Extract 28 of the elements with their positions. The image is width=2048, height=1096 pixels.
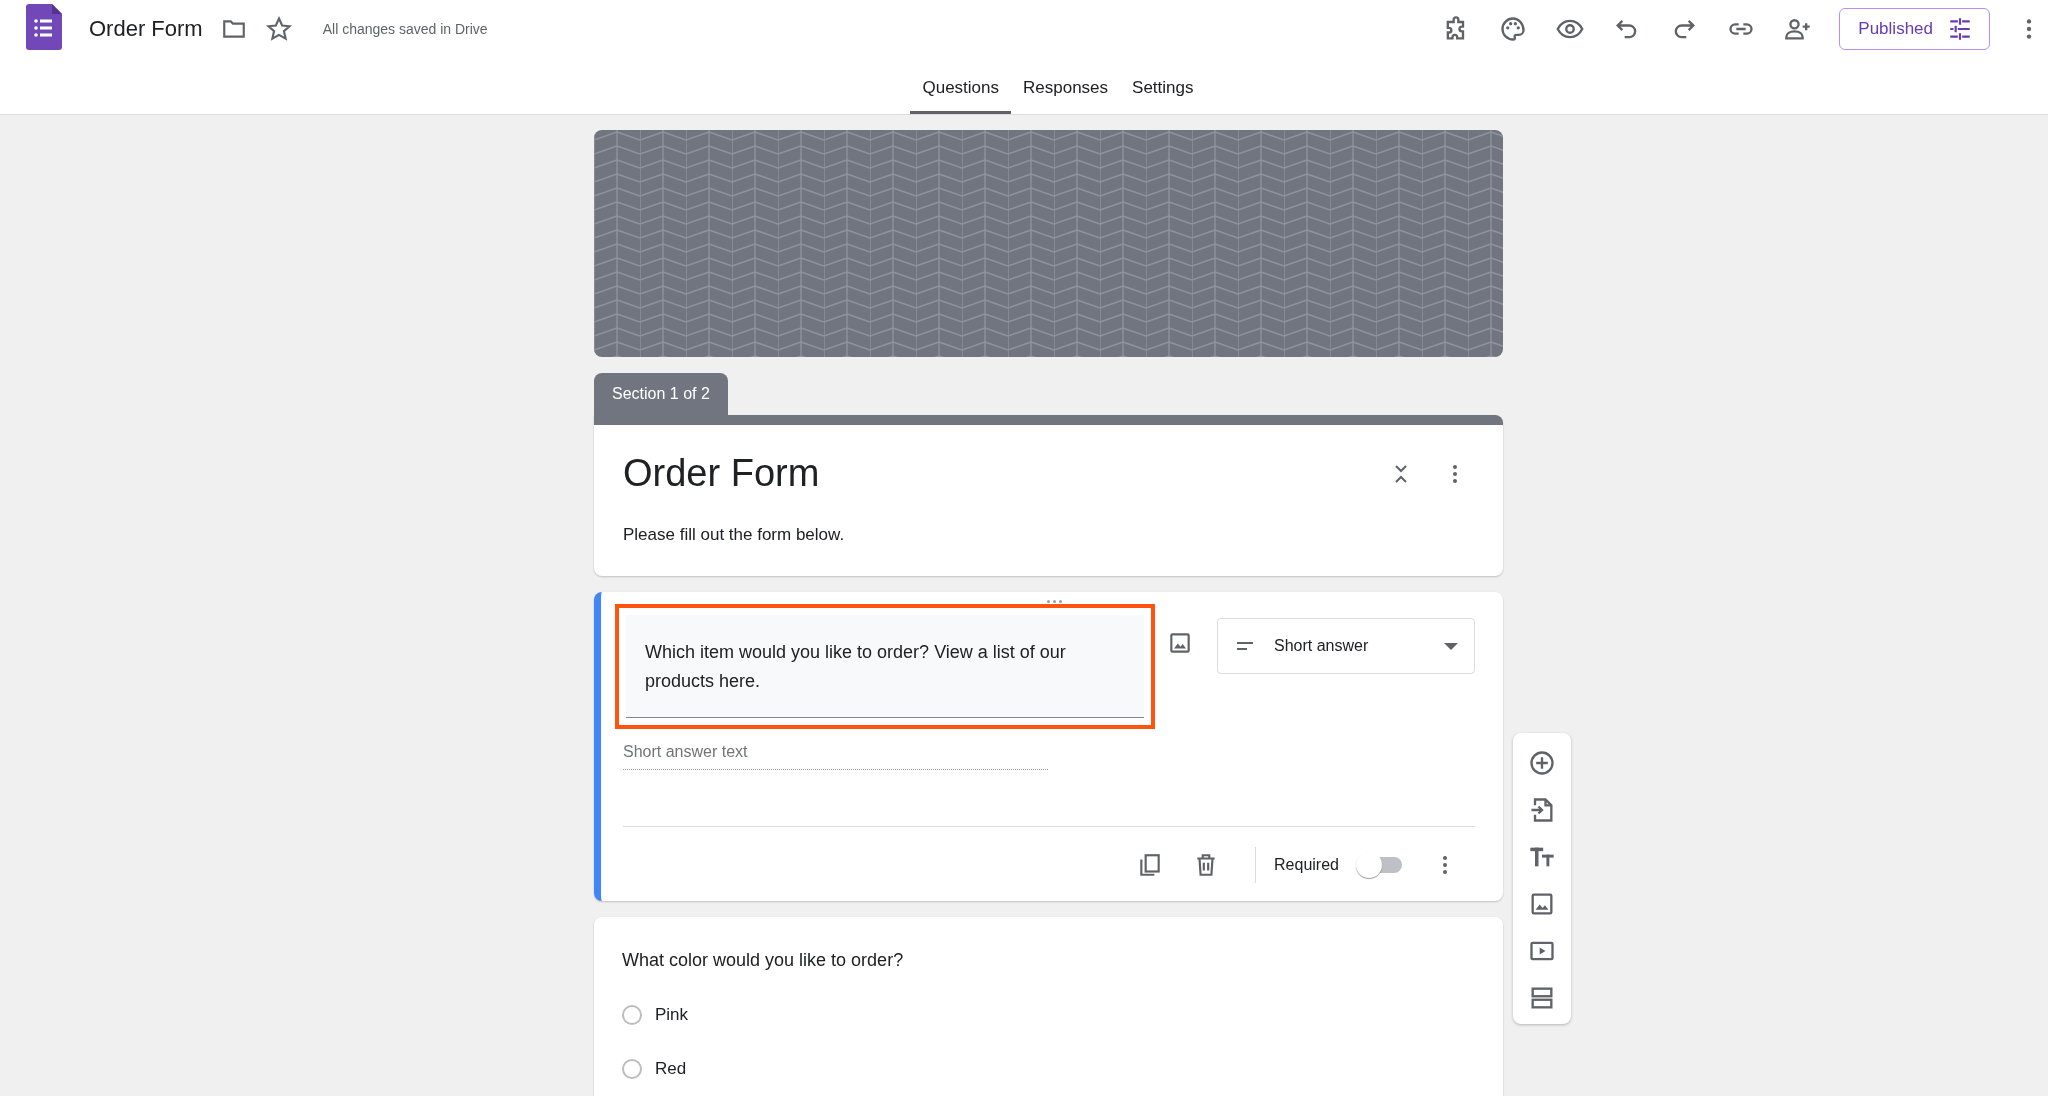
drag-handle-icon[interactable] xyxy=(1047,600,1062,603)
question-card[interactable]: Which item would you like to order? View a list of our products here. Short answer Short answer text Required xyxy=(594,592,1503,901)
tab[interactable]: Responses xyxy=(1011,74,1121,114)
image-icon[interactable] xyxy=(1167,630,1193,656)
tab[interactable]: Settings xyxy=(1120,74,1206,114)
star-icon[interactable] xyxy=(264,15,293,43)
option-label[interactable]: Red xyxy=(655,1059,687,1079)
forms-logo-icon[interactable] xyxy=(26,4,62,50)
form-title[interactable]: Order Form xyxy=(623,452,1359,495)
add-question-icon[interactable] xyxy=(1528,749,1556,777)
question-type-dropdown[interactable]: Short answer xyxy=(1217,618,1475,674)
caret-icon xyxy=(1444,642,1458,650)
question-field[interactable]: Which item would you like to order? View a list of our products here. xyxy=(626,615,1144,718)
radio-button[interactable] xyxy=(622,1059,642,1079)
required-toggle[interactable] xyxy=(1355,851,1403,879)
question-card[interactable]: What color would you like to order? Pink Red xyxy=(594,917,1503,1096)
required-label: Required xyxy=(1274,856,1339,874)
option-label[interactable]: Pink xyxy=(655,1005,689,1025)
form-description[interactable]: Please fill out the form below. xyxy=(623,525,1467,545)
question-text[interactable]: What color would you like to order? xyxy=(622,950,1475,971)
save-status: All changes saved in Drive xyxy=(322,21,488,37)
published-button[interactable]: Published xyxy=(1839,8,1990,50)
sliders-icon xyxy=(1947,16,1973,42)
document-title[interactable]: Order Form xyxy=(89,16,203,42)
radio-button[interactable] xyxy=(622,1005,642,1025)
tab[interactable]: Questions xyxy=(910,74,1011,114)
palette-icon[interactable] xyxy=(1499,15,1528,43)
answer-placeholder: Short answer text xyxy=(623,743,1048,770)
